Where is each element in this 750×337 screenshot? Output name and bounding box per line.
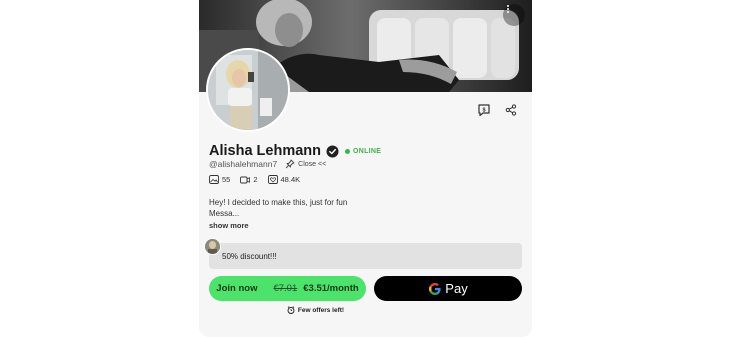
promo-avatar <box>204 238 221 255</box>
avatar-image <box>208 50 288 130</box>
share-icon <box>505 104 517 116</box>
name-row: Alisha Lehmann ONLINE <box>209 143 381 159</box>
avatar[interactable] <box>206 48 290 132</box>
bio-line: Messa... <box>209 209 240 218</box>
profile-card: $ Alisha Lehmann ONLINE @alishalehmann7 … <box>199 0 532 337</box>
verified-icon <box>326 145 339 157</box>
online-status: ONLINE <box>353 147 382 155</box>
close-toggle[interactable]: Close << <box>298 161 326 168</box>
promo-text: 50% discount!!! <box>222 252 277 261</box>
join-label: Join now <box>216 283 258 294</box>
few-offers-note: Few offers left! <box>199 306 432 314</box>
old-price: €7.01 <box>273 283 298 294</box>
handle-row: @alishalehmann7 Close << <box>209 159 326 169</box>
profile-name: Alisha Lehmann <box>209 143 321 159</box>
video-icon <box>240 176 251 184</box>
new-price: €3.51/month <box>303 283 359 294</box>
heart-icon <box>267 175 278 184</box>
few-offers-text: Few offers left! <box>297 306 345 314</box>
google-pay-button[interactable]: Pay <box>374 276 522 301</box>
stat-media-count: 2 <box>253 175 258 184</box>
online-dot <box>345 148 350 154</box>
gpay-label: Pay <box>445 281 468 296</box>
alarm-clock-icon <box>287 306 295 314</box>
share-button[interactable] <box>502 101 520 119</box>
promo-banner: 50% discount!!! <box>209 243 522 269</box>
bio-line: Hey! I decided to make this, just for fu… <box>209 198 348 207</box>
cover-menu-button[interactable] <box>503 4 525 26</box>
more-vertical-icon <box>507 5 509 13</box>
tip-button[interactable]: $ <box>475 101 493 119</box>
tip-message-icon: $ <box>478 104 490 117</box>
profile-bio: Hey! I decided to make this, just for fu… <box>209 197 389 219</box>
stat-posts-count: 55 <box>222 175 231 184</box>
stat-media: 2 <box>240 175 258 184</box>
svg-text:$: $ <box>482 107 485 113</box>
profile-stats: 55 2 48.4K <box>209 175 310 184</box>
join-now-button[interactable]: Join now €7.01 €3.51/month <box>209 276 366 301</box>
show-more-link[interactable]: show more <box>209 221 249 230</box>
stat-likes-count: 48.4K <box>280 175 301 184</box>
google-g-icon <box>429 282 441 295</box>
profile-handle: @alishalehmann7 <box>209 159 278 169</box>
stat-posts: 55 <box>209 175 230 184</box>
pin-icon <box>285 159 295 169</box>
promo-avatar-image <box>205 239 220 254</box>
stat-likes: 48.4K <box>267 175 301 184</box>
image-icon <box>209 175 219 184</box>
